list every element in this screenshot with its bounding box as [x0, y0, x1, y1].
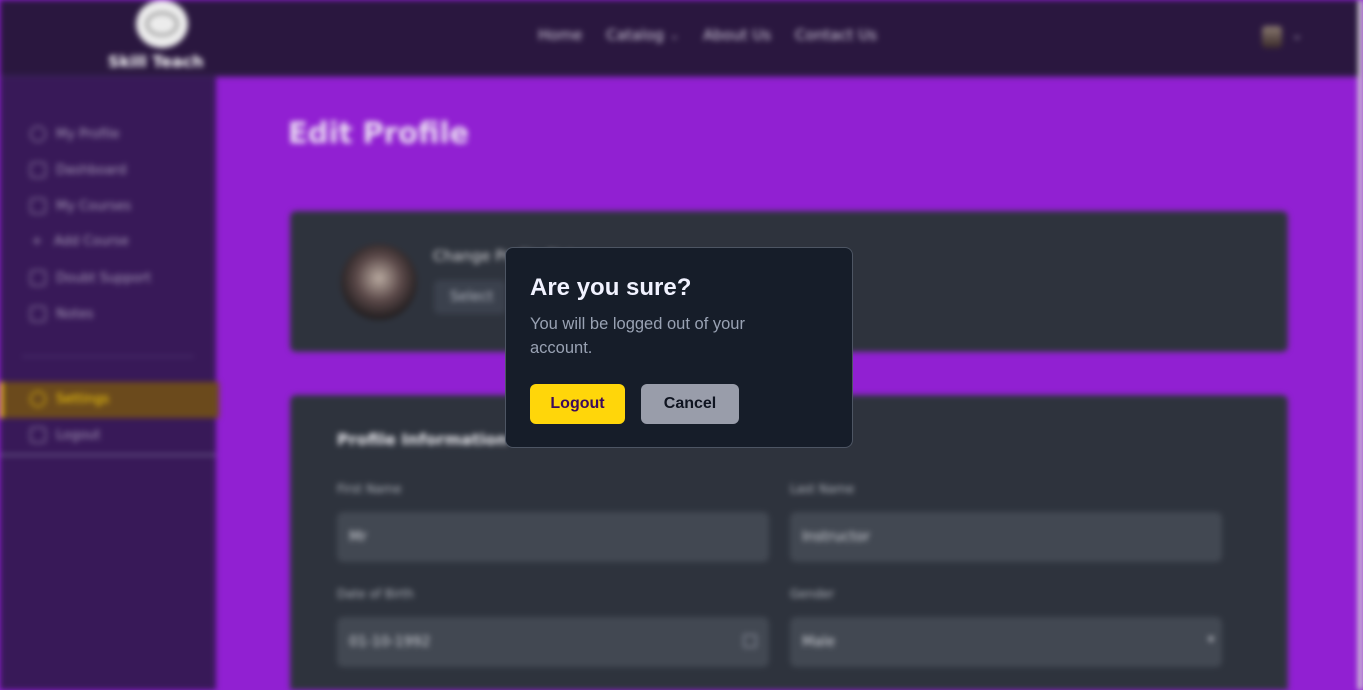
- dashboard-icon: [30, 162, 46, 178]
- gender-label: Gender: [790, 587, 835, 601]
- sidebar-item-my-profile[interactable]: My Profile: [30, 126, 119, 142]
- sidebar-item-label: My Profile: [56, 126, 120, 142]
- chevron-down-icon: ⌄: [669, 28, 680, 42]
- calendar-icon[interactable]: [743, 634, 757, 648]
- sidebar-item-settings[interactable]: Settings: [0, 382, 219, 418]
- gender-value: Male: [802, 634, 836, 650]
- sidebar-item-label: Logout: [56, 427, 101, 443]
- sidebar-item-my-courses[interactable]: My Courses: [30, 198, 131, 214]
- page-title: Edit Profile: [288, 116, 470, 150]
- nav-links: Home Catalog ⌄ About Us Contact Us: [538, 26, 877, 44]
- chat-icon: [30, 270, 46, 286]
- sidebar-item-add-course[interactable]: + Add Course: [30, 234, 129, 249]
- profile-avatar: [341, 244, 417, 320]
- nav-link-label: Home: [538, 26, 583, 44]
- nav-link-home[interactable]: Home: [538, 26, 582, 44]
- brand-name: Skill Teach: [108, 52, 204, 71]
- sidebar-item-logout-content: Logout: [30, 427, 101, 443]
- first-name-label: First Name: [337, 482, 402, 496]
- sidebar: My Profile Dashboard My Courses + Add Co…: [0, 77, 219, 690]
- top-navbar: Skill Teach Home Catalog ⌄ About Us Conta…: [0, 0, 1363, 77]
- chevron-down-icon: ▾: [1207, 632, 1214, 646]
- nav-link-contact[interactable]: Contact Us: [795, 26, 877, 44]
- nav-link-label: Catalog: [606, 26, 664, 44]
- last-name-field[interactable]: Instructor: [790, 512, 1222, 562]
- sidebar-item-doubt-support[interactable]: Doubt Support: [30, 270, 151, 286]
- sidebar-item-dashboard[interactable]: Dashboard: [30, 162, 127, 178]
- nav-link-catalog[interactable]: Catalog ⌄: [606, 26, 679, 44]
- nav-link-about[interactable]: About Us: [703, 26, 771, 44]
- modal-title: Are you sure?: [530, 274, 692, 301]
- section-title: Profile Information: [337, 430, 508, 449]
- cancel-button[interactable]: Cancel: [641, 384, 739, 424]
- sidebar-item-notes[interactable]: Notes: [30, 306, 94, 322]
- logout-button[interactable]: Logout: [530, 384, 625, 424]
- dob-field[interactable]: 01-10-1992: [337, 617, 769, 667]
- first-name-value: Mr: [349, 529, 367, 545]
- logo-emblem-icon: [146, 12, 178, 36]
- sidebar-item-label: Dashboard: [56, 162, 127, 178]
- user-avatar[interactable]: [1262, 26, 1282, 48]
- page-scrollbar[interactable]: [1358, 0, 1363, 690]
- sidebar-item-logout[interactable]: Logout: [0, 418, 216, 456]
- last-name-label: Last Name: [790, 482, 855, 496]
- dob-label: Date of Birth: [337, 587, 414, 601]
- plus-icon: +: [31, 233, 43, 249]
- sidebar-item-label: Notes: [56, 306, 94, 322]
- nav-link-label: About Us: [703, 26, 772, 44]
- select-picture-button[interactable]: Select: [434, 280, 506, 314]
- sidebar-divider: [22, 356, 194, 357]
- sidebar-item-label: Doubt Support: [56, 270, 152, 286]
- last-name-value: Instructor: [802, 529, 870, 545]
- sidebar-item-settings-content: Settings: [30, 391, 109, 407]
- modal-actions: Logout Cancel: [530, 384, 739, 424]
- first-name-field[interactable]: Mr: [337, 512, 769, 562]
- notes-icon: [30, 306, 46, 322]
- logout-confirmation-modal: Are you sure? You will be logged out of …: [505, 247, 853, 448]
- brand-logo[interactable]: [136, 0, 188, 48]
- user-icon: [30, 126, 46, 142]
- gender-select[interactable]: Male ▾: [790, 617, 1222, 667]
- sidebar-item-label: Add Course: [54, 234, 129, 249]
- logout-icon: [30, 427, 46, 443]
- nav-link-label: Contact Us: [795, 26, 877, 44]
- sidebar-item-label: My Courses: [56, 198, 132, 214]
- chevron-down-icon[interactable]: ⌄: [1292, 28, 1302, 42]
- gear-icon: [30, 391, 46, 407]
- courses-icon: [30, 198, 46, 214]
- sidebar-item-label: Settings: [56, 391, 110, 407]
- modal-text: You will be logged out of your account.: [530, 315, 745, 357]
- dob-value: 01-10-1992: [349, 634, 431, 650]
